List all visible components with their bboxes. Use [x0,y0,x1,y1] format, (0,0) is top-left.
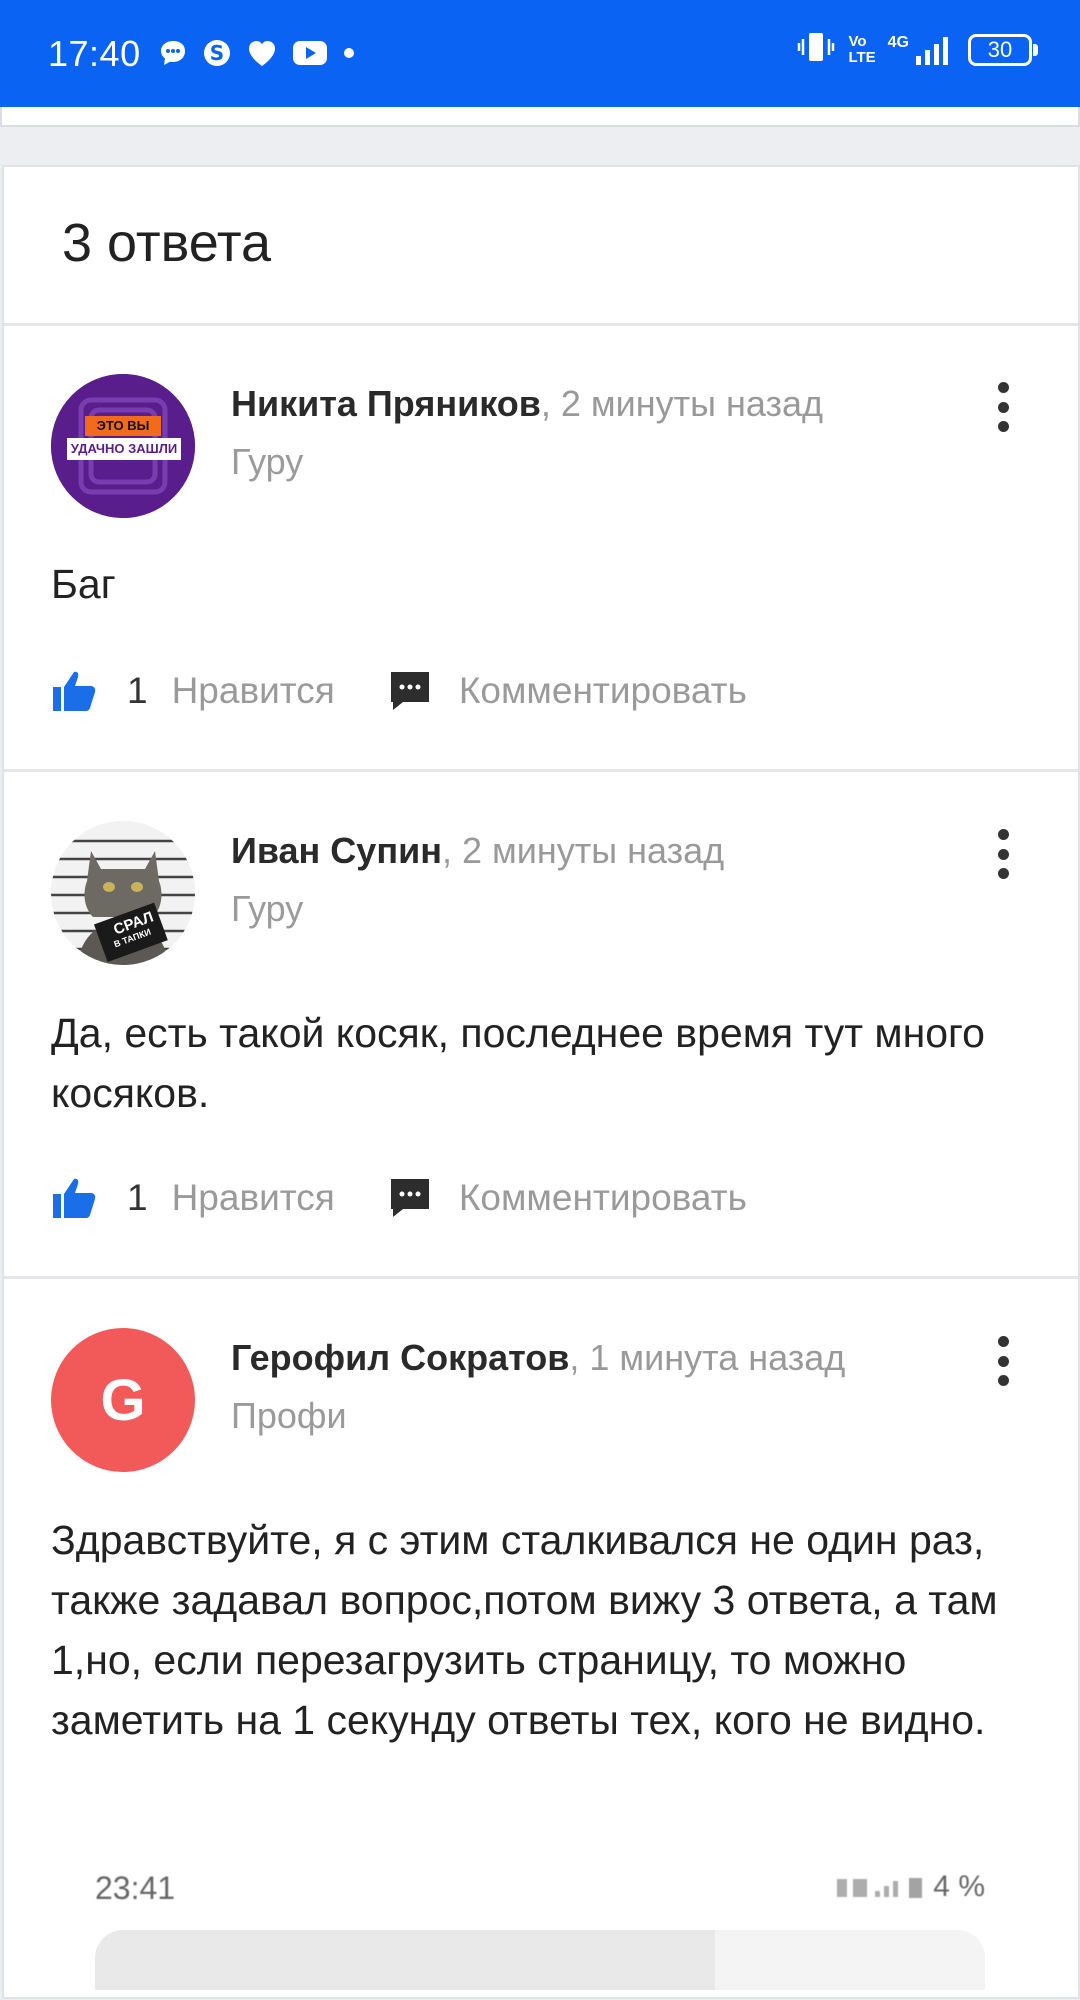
answer-text: Да, есть такой косяк, последнее время ту… [51,1010,985,1116]
status-bar: 17:40 S Vo LTE 4G 30 [0,0,1080,107]
comment-button[interactable]: Комментировать [459,1177,747,1219]
status-right: Vo LTE 4G 30 [796,30,1038,69]
author-rank: Гуру [231,441,304,482]
answer-text: Баг [51,561,116,607]
author-rank: Профи [231,1395,347,1436]
answer-time: , 2 минуты назад [540,383,824,424]
author-line: Никита Пряников, 2 минуты назад [231,383,823,425]
more-options-button[interactable] [990,829,1016,879]
embedded-toolbar [95,1930,985,1990]
net-type: 4G [887,33,909,51]
answer-actions: 1 Нравится Комментировать [51,668,747,714]
thumbs-up-icon[interactable] [51,668,97,714]
author-rank: Гуру [231,888,304,929]
avatar-text-top: ЭТО ВЫ [96,418,150,433]
answer-time: , 2 минуты назад [441,830,725,871]
answer-actions: 1 Нравится Комментировать [51,1175,747,1221]
like-button[interactable]: Нравится [172,670,335,712]
dot-icon [342,46,356,65]
author-line: Иван Супин, 2 минуты назад [231,830,724,872]
avatar[interactable]: СРАЛ В ТАПКИ [51,821,195,965]
author-name[interactable]: Никита Пряников [231,383,541,424]
volte-icon: Vo LTE [848,32,876,66]
chat-bubble-icon [158,38,188,73]
embedded-status: 4 % [835,1870,985,1904]
comment-icon[interactable] [387,668,433,714]
author-line: Герофил Сократов, 1 минута назад [231,1337,845,1379]
volte-top: Vo [848,32,867,50]
skype-icon: S [202,38,232,73]
more-options-button[interactable] [990,382,1016,432]
divider [4,323,1078,326]
more-options-button[interactable] [990,1336,1016,1386]
divider [4,1276,1078,1279]
answers-count: 3 ответа [62,213,272,273]
answer-text: Здравствуйте, я с этим сталкивался не од… [51,1517,998,1743]
comment-icon[interactable] [387,1175,433,1221]
avatar[interactable]: ЭТО ВЫ УДАЧНО ЗАШЛИ [51,374,195,518]
author-name[interactable]: Герофил Сократов [231,1337,569,1378]
svg-text:S: S [210,41,224,65]
embedded-screenshot[interactable]: 23:41 4 % [95,1860,995,2000]
avatar[interactable]: G [51,1328,195,1472]
comment-button[interactable]: Комментировать [459,670,747,712]
like-button[interactable]: Нравится [172,1177,335,1219]
notification-icons: S [158,38,356,73]
volte-bottom: LTE [848,48,876,66]
avatar-text-bottom: УДАЧНО ЗАШЛИ [70,441,178,456]
previous-card-edge [0,107,1080,127]
thumbs-up-icon[interactable] [51,1175,97,1221]
youtube-icon [292,39,328,72]
4g-signal-icon: 4G [888,34,956,66]
author-name[interactable]: Иван Супин [231,830,442,871]
embedded-time: 23:41 [95,1870,176,1906]
answer-time: , 1 минута назад [569,1337,846,1378]
embedded-battery: 4 % [933,1870,985,1903]
vibrate-icon [796,30,836,69]
status-time: 17:40 [48,33,141,74]
like-count: 1 [127,1177,148,1218]
battery-icon: 30 [968,33,1038,66]
avatar-letter: G [100,1367,146,1433]
heart-icon [246,38,278,73]
divider [4,769,1078,772]
like-count: 1 [127,670,148,711]
